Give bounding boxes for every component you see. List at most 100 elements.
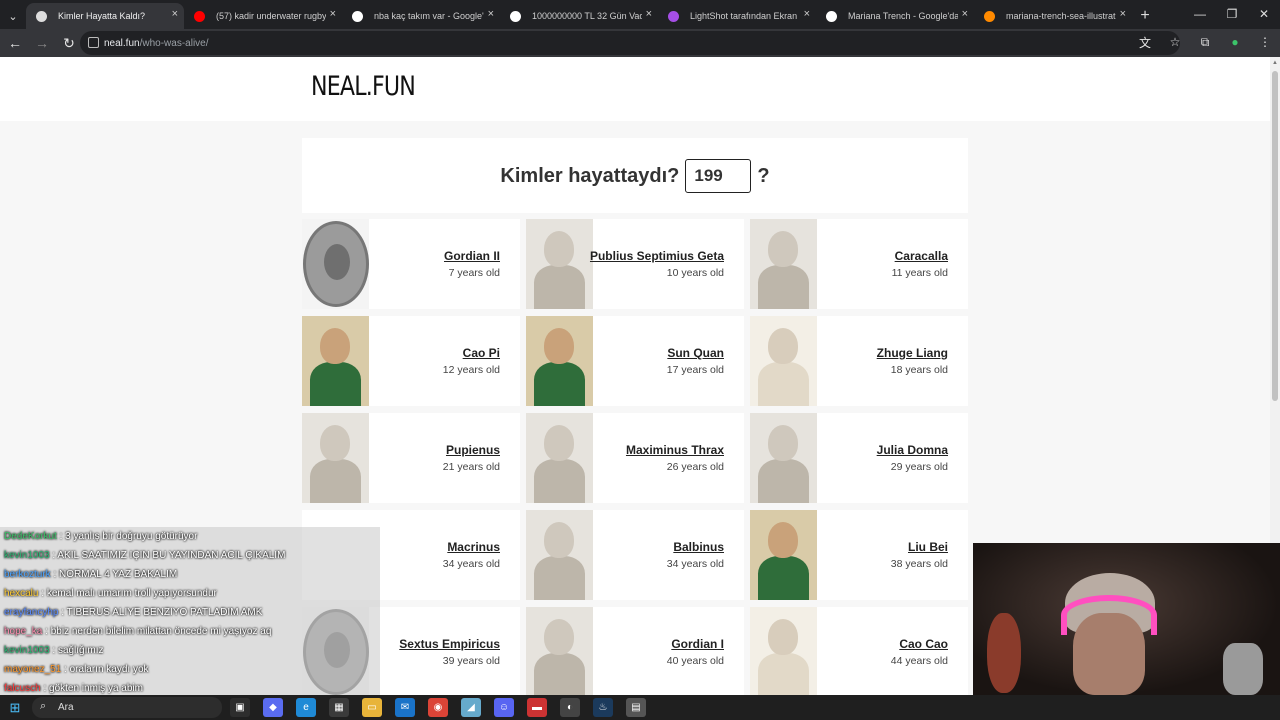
- person-name-link[interactable]: Zhuge Liang: [877, 346, 948, 360]
- reload-icon[interactable]: ↻: [57, 31, 81, 55]
- site-info-icon[interactable]: [88, 37, 99, 48]
- tab-title: LightShot tarafından Ekran Gör: [690, 11, 800, 21]
- url-path: /who-was-alive/: [139, 37, 209, 49]
- person-age: 34 years old: [666, 558, 724, 570]
- tab-close-icon[interactable]: ×: [172, 8, 178, 20]
- person-name-link[interactable]: Publius Septimius Geta: [590, 249, 724, 263]
- menu-icon[interactable]: ⋮: [1256, 33, 1274, 51]
- browser-tab[interactable]: LightShot tarafından Ekran Gör ×: [658, 3, 816, 29]
- bookmark-star-icon[interactable]: ☆: [1166, 33, 1184, 51]
- person-age: 7 years old: [448, 267, 500, 279]
- tab-close-icon[interactable]: ×: [646, 8, 652, 20]
- person-name-link[interactable]: Macrinus: [447, 540, 500, 554]
- app-icon-2[interactable]: ▬: [527, 698, 547, 717]
- portrait-image: [750, 219, 817, 309]
- chrome-icon[interactable]: ◉: [428, 698, 448, 717]
- browser-tab[interactable]: Kimler Hayatta Kaldı? ×: [26, 3, 184, 29]
- person-age: 38 years old: [890, 558, 948, 570]
- chat-text: gökten inmiş ya abim: [49, 683, 143, 694]
- year-input[interactable]: [685, 159, 752, 193]
- start-button[interactable]: ⊞: [0, 695, 30, 720]
- calculator-icon[interactable]: ▤: [626, 698, 646, 717]
- steam-icon[interactable]: ♨: [593, 698, 613, 717]
- person-age: 18 years old: [890, 364, 948, 376]
- close-window-button[interactable]: ✕: [1248, 0, 1280, 28]
- address-bar[interactable]: neal.fun/who-was-alive/: [80, 31, 1180, 55]
- maximize-button[interactable]: ❐: [1216, 0, 1248, 28]
- browser-tab[interactable]: mariana-trench-sea-illustration ×: [974, 3, 1132, 29]
- site-logo[interactable]: NEAL.FUN: [311, 71, 416, 102]
- store-icon[interactable]: ▦: [329, 698, 349, 717]
- person-name-link[interactable]: Sun Quan: [667, 346, 724, 360]
- portrait-image: [302, 219, 369, 309]
- person-age: 40 years old: [666, 655, 724, 667]
- person-age: 12 years old: [442, 364, 500, 376]
- windows-taskbar: ⊞ ⌕ Ara ▣ ◆ e ▦ ▭ ✉ ◉ ◢ ☺ ▬ ◐ ♨ ▤: [0, 695, 1280, 720]
- person-card: Caracalla 11 years old: [750, 219, 968, 309]
- browser-tab[interactable]: nba kaç takım var - Google'da A ×: [342, 3, 500, 29]
- chat-username: kevin1003: [4, 550, 50, 561]
- chat-text: AKIL SAATIMIZ IÇIN BU YAYINDAN ACIL ÇIKA…: [57, 550, 286, 561]
- copilot-icon[interactable]: ◆: [263, 698, 283, 717]
- task-view-icon[interactable]: ▣: [230, 698, 250, 717]
- chat-separator: :: [61, 664, 70, 675]
- person-name-link[interactable]: Balbinus: [673, 540, 724, 554]
- minimize-button[interactable]: —: [1184, 0, 1216, 28]
- tab-close-icon[interactable]: ×: [962, 8, 968, 20]
- tab-close-icon[interactable]: ×: [330, 8, 336, 20]
- webcam-overlay: [973, 543, 1280, 695]
- scrollbar-thumb[interactable]: [1272, 71, 1278, 401]
- browser-tab[interactable]: (57) kadir underwater rugby - Yo ×: [184, 3, 342, 29]
- person-card: Cao Cao 44 years old: [750, 607, 968, 695]
- person-age: 11 years old: [891, 267, 948, 279]
- tab-close-icon[interactable]: ×: [804, 8, 810, 20]
- chat-username: hexcalu: [4, 588, 39, 599]
- person-name-link[interactable]: Cao Pi: [463, 346, 500, 360]
- question-row: Kimler hayattaydı? ?: [302, 159, 968, 193]
- browser-toolbar: ← → ↻ neal.fun/who-was-alive/ 文 ☆ ⧉ ● ⋮: [0, 29, 1280, 57]
- chat-message: kevin1003 : sağlığımız: [0, 641, 380, 660]
- stream-chat-overlay: DedeKorkut : 3 yanlış bir doğruyu götürü…: [0, 527, 380, 695]
- search-icon: ⌕: [40, 700, 47, 712]
- scroll-up-icon[interactable]: ▲: [1272, 60, 1278, 66]
- forward-icon[interactable]: →: [30, 31, 54, 55]
- person-name-link[interactable]: Caracalla: [895, 249, 948, 263]
- app-icon-1[interactable]: ◢: [461, 698, 481, 717]
- chat-text: kemal malı umarım troll yapıyorsundur: [46, 588, 217, 599]
- person-name-link[interactable]: Sextus Empiricus: [399, 637, 500, 651]
- tab-title: 1000000000 TL 32 Gün Vadeli M: [532, 11, 642, 21]
- edge-icon[interactable]: e: [296, 698, 316, 717]
- person-name-link[interactable]: Cao Cao: [899, 637, 948, 651]
- person-card: Zhuge Liang 18 years old: [750, 316, 968, 406]
- translate-icon[interactable]: 文: [1136, 33, 1154, 51]
- profile-icon[interactable]: ●: [1226, 33, 1244, 51]
- outlook-icon[interactable]: ✉: [395, 698, 415, 717]
- person-name-link[interactable]: Liu Bei: [908, 540, 948, 554]
- person-name-link[interactable]: Maximinus Thrax: [626, 443, 724, 457]
- tab-title: Kimler Hayatta Kaldı?: [58, 11, 146, 21]
- discord-icon[interactable]: ☺: [494, 698, 514, 717]
- back-icon[interactable]: ←: [3, 31, 27, 55]
- browser-tab[interactable]: 1000000000 TL 32 Gün Vadeli M ×: [500, 3, 658, 29]
- extensions-icon[interactable]: ⧉: [1196, 33, 1214, 51]
- portrait-image: [750, 316, 817, 406]
- person-name-link[interactable]: Julia Domna: [877, 443, 948, 457]
- tab-close-icon[interactable]: ×: [488, 8, 494, 20]
- browser-tab[interactable]: Mariana Trench - Google'da Ar ×: [816, 3, 974, 29]
- person-name-link[interactable]: Gordian II: [444, 249, 500, 263]
- person-name-link[interactable]: Gordian I: [671, 637, 724, 651]
- obs-icon[interactable]: ◐: [560, 698, 580, 717]
- person-card: Gordian II 7 years old: [302, 219, 520, 309]
- site-header: NEAL.FUN: [0, 57, 1270, 121]
- chat-message: mayonez_51 : oraların kaydı yok: [0, 660, 380, 679]
- taskbar-search[interactable]: ⌕ Ara: [32, 697, 222, 718]
- microphone-image: [1223, 643, 1263, 695]
- person-name-link[interactable]: Pupienus: [446, 443, 500, 457]
- headphones-image: [1061, 595, 1157, 635]
- person-age: 10 years old: [666, 267, 724, 279]
- tab-close-icon[interactable]: ×: [1120, 8, 1126, 20]
- tab-search-icon[interactable]: ⌄: [0, 3, 26, 29]
- file-explorer-icon[interactable]: ▭: [362, 698, 382, 717]
- new-tab-button[interactable]: +: [1132, 3, 1158, 29]
- portrait-image: [526, 607, 593, 695]
